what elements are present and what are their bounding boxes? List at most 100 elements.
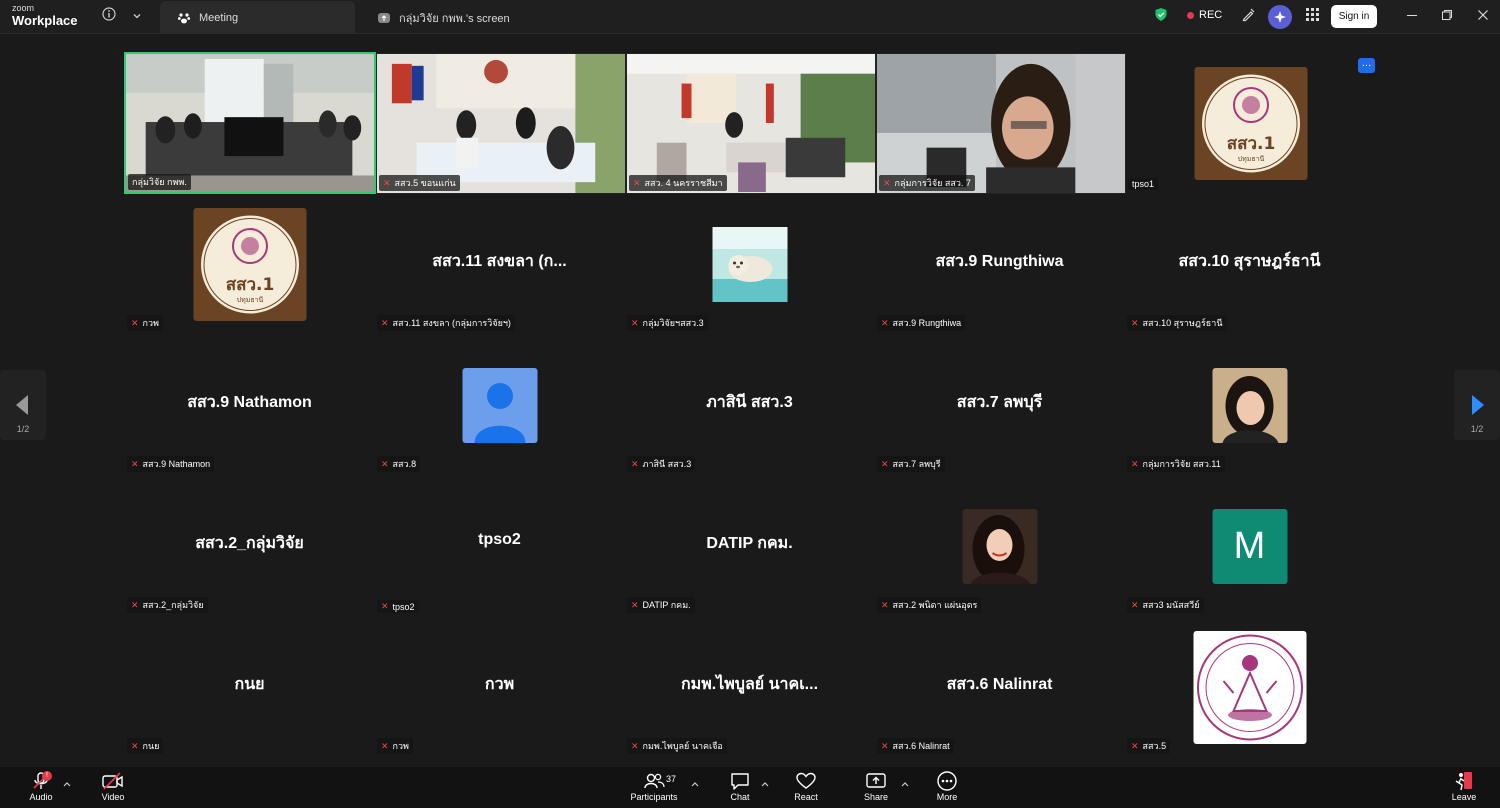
share-button[interactable]: Share [846, 770, 906, 808]
participant-tile[interactable]: กวพ ✕ กวพ [375, 617, 624, 756]
participant-tile[interactable]: ✕ กลุ่มวิจัยฯสสว.3 [625, 194, 874, 333]
minimize-icon[interactable] [1403, 8, 1421, 26]
participant-name: tpso2 [392, 601, 415, 612]
more-button[interactable]: More [917, 770, 977, 808]
previous-page-button[interactable]: 1/2 [0, 370, 46, 440]
chat-options-caret[interactable] [761, 780, 769, 789]
video-button[interactable]: Video [83, 770, 143, 808]
page-indicator: 1/2 [1470, 424, 1484, 434]
info-icon[interactable] [99, 7, 119, 27]
tab-shared-screen[interactable]: กลุ่มวิจัย กพพ.'s screen [360, 1, 560, 34]
participant-name: สสว.9 Rungthiwa [892, 318, 962, 328]
microphone-muted-icon: ✕ [631, 458, 639, 469]
participant-tile[interactable]: กมพ.ไพบูลย์ นาคเ... ✕ กมพ.ไพบูลย์ นาคเจือ [625, 617, 874, 756]
participant-tile[interactable]: ภาสินี สสว.3 ✕ ภาสินี สสว.3 [625, 335, 874, 474]
react-button[interactable]: React [776, 770, 836, 808]
participant-tile[interactable]: สสว.7 ลพบุรี ✕ สสว.7 ลพบุรี [875, 335, 1124, 474]
participant-tile[interactable]: DATIP กคม. ✕ DATIP กคม. [625, 476, 874, 615]
participant-name-tag: ✕ กมพ.ไพบูลย์ นาคเจือ [627, 738, 727, 754]
microphone-muted-icon: ✕ [881, 599, 889, 610]
participant-name: กลุ่มการวิจัย สสว.11 [1142, 459, 1221, 469]
participant-name: สสว.11 สงขลา (กลุ่มการวิจัยฯ) [392, 318, 511, 328]
participant-display-name: สสว.6 Nalinrat [946, 676, 1053, 693]
participant-tile[interactable]: ✕ สสว.5 [1125, 617, 1374, 756]
participants-options-caret[interactable] [691, 780, 699, 789]
participant-display-name: กวพ [484, 676, 515, 693]
meeting-toolbar: ! Audio Video 37 Participants Chat React… [0, 767, 1500, 808]
participant-tile[interactable]: สสว.10 สุราษฎร์ธานี ✕ สสว.10 สุราษฎร์ธานี [1125, 194, 1374, 333]
participant-name: สสว. 4 นครราชสีมา [644, 178, 723, 188]
next-page-button[interactable]: 1/2 [1454, 370, 1500, 440]
participant-tile[interactable]: ✕ กลุ่มการวิจัย สสว.11 [1125, 335, 1374, 474]
participant-tile[interactable]: ✕ สสว.2 พนิดา แผ่นอุดร [875, 476, 1124, 615]
participant-tile[interactable]: สสว.11 สงขลา (ก... ✕ สสว.11 สงขลา (กลุ่มก… [375, 194, 624, 333]
participant-name-tag: tpso1 [1128, 178, 1159, 190]
leave-door-icon [1455, 772, 1472, 791]
heart-icon [796, 772, 816, 789]
participant-tile[interactable]: M ✕ สสว3 มนัสสวีย์ [1125, 476, 1374, 615]
participant-tile[interactable]: สสว.1 ปทุมธานี tpso1 [1126, 53, 1375, 192]
microphone-muted-icon: ✕ [131, 599, 139, 610]
shield-icon[interactable] [1151, 7, 1171, 27]
more-label: More [936, 792, 958, 802]
participant-display-name: สสว.9 Rungthiwa [935, 253, 1064, 270]
participant-name-tag: ✕ กวพ [127, 315, 163, 331]
participant-tile[interactable]: ✕ กลุ่มการวิจัย สสว. 7 [876, 53, 1126, 194]
participant-name: DATIP กคม. [642, 600, 691, 610]
participant-name-tag: ✕ สสว.10 สุราษฎร์ธานี [1127, 315, 1227, 331]
participant-tile[interactable]: สสว.1 ปทุมธานี ✕ กวพ [125, 194, 374, 333]
logo-sub-text: ปทุมธานี [236, 296, 263, 304]
chat-button[interactable]: Chat [710, 770, 770, 808]
logo-bottom-text: Workplace [12, 13, 78, 28]
arrow-left-icon [16, 395, 28, 415]
chat-label: Chat [730, 792, 750, 802]
signin-button[interactable]: Sign in [1331, 5, 1377, 28]
participant-tile[interactable]: ✕ สสว.8 [375, 335, 624, 474]
leave-button[interactable]: Leave [1434, 770, 1494, 808]
participant-tile[interactable]: สสว.6 Nalinrat ✕ สสว.6 Nalinrat [875, 617, 1124, 756]
participant-tile[interactable]: ✕ สสว. 4 นครราชสีมา [626, 53, 876, 194]
participant-name: สสว.5 [1142, 741, 1167, 751]
participant-tile[interactable]: ✕ สสว.5 ขอนแก่น [376, 53, 626, 194]
ai-companion-icon[interactable] [1268, 5, 1292, 29]
participant-name: กมพ.ไพบูลย์ นาคเจือ [642, 741, 723, 751]
participant-name-tag: ✕ สสว.9 Rungthiwa [877, 315, 966, 331]
participant-name-tag: ✕ สสว.6 Nalinrat [877, 738, 954, 754]
participant-tile[interactable]: กลุ่มวิจัย กพพ. [124, 52, 376, 194]
share-options-caret[interactable] [901, 780, 909, 789]
participant-display-name: tpso2 [478, 531, 521, 548]
tab-meeting[interactable]: Meeting [160, 1, 355, 34]
photo-avatar [1212, 368, 1287, 443]
video-feed-meeting-room [126, 54, 374, 192]
gallery-view: กลุ่มวิจัย กพพ. ✕ สสว.5 ขอนแก่น ✕ สสว. 4… [0, 34, 1500, 767]
restore-icon[interactable] [1438, 8, 1456, 26]
participant-tile[interactable]: tpso2 ✕ tpso2 [375, 476, 624, 615]
audio-button[interactable]: ! Audio [11, 770, 71, 808]
participant-tile[interactable]: กนย ✕ กนย [125, 617, 374, 756]
annotate-icon[interactable] [1238, 7, 1258, 27]
participants-count: 37 [666, 774, 677, 784]
paw-icon [176, 10, 192, 26]
microphone-muted-icon: ✕ [381, 601, 389, 611]
participant-tile[interactable]: สสว.2_กลุ่มวิจัย ✕ สสว.2_กลุ่มวิจัย [125, 476, 374, 615]
participant-tile[interactable]: สสว.9 Nathamon ✕ สสว.9 Nathamon [125, 335, 374, 474]
chevron-down-icon[interactable] [127, 7, 147, 27]
participant-name: กวพ [142, 318, 159, 328]
close-icon[interactable] [1474, 8, 1492, 26]
participant-display-name: สสว.2_กลุ่มวิจัย [195, 535, 304, 552]
microphone-muted-icon: ✕ [381, 740, 389, 751]
audio-options-caret[interactable] [63, 780, 71, 789]
participants-icon [644, 773, 665, 789]
participant-tile[interactable]: สสว.9 Rungthiwa ✕ สสว.9 Rungthiwa [875, 194, 1124, 333]
audio-label: Audio [29, 792, 53, 802]
more-options-button[interactable]: … [1358, 58, 1375, 73]
zoom-window: zoom Workplace Meeting กลุ่มวิจัย กพพ.'s… [0, 0, 1500, 808]
participant-display-name: ภาสินี สสว.3 [706, 394, 793, 411]
apps-grid-icon[interactable] [1302, 7, 1322, 27]
logo-main-text: สสว.1 [1226, 134, 1275, 154]
participant-name: ภาสินี สสว.3 [642, 459, 692, 469]
more-dots-icon [937, 771, 957, 791]
participant-name-tag: ✕ DATIP กคม. [627, 597, 695, 613]
microphone-muted-icon: ✕ [383, 177, 391, 188]
participants-button[interactable]: 37 Participants [624, 770, 684, 808]
